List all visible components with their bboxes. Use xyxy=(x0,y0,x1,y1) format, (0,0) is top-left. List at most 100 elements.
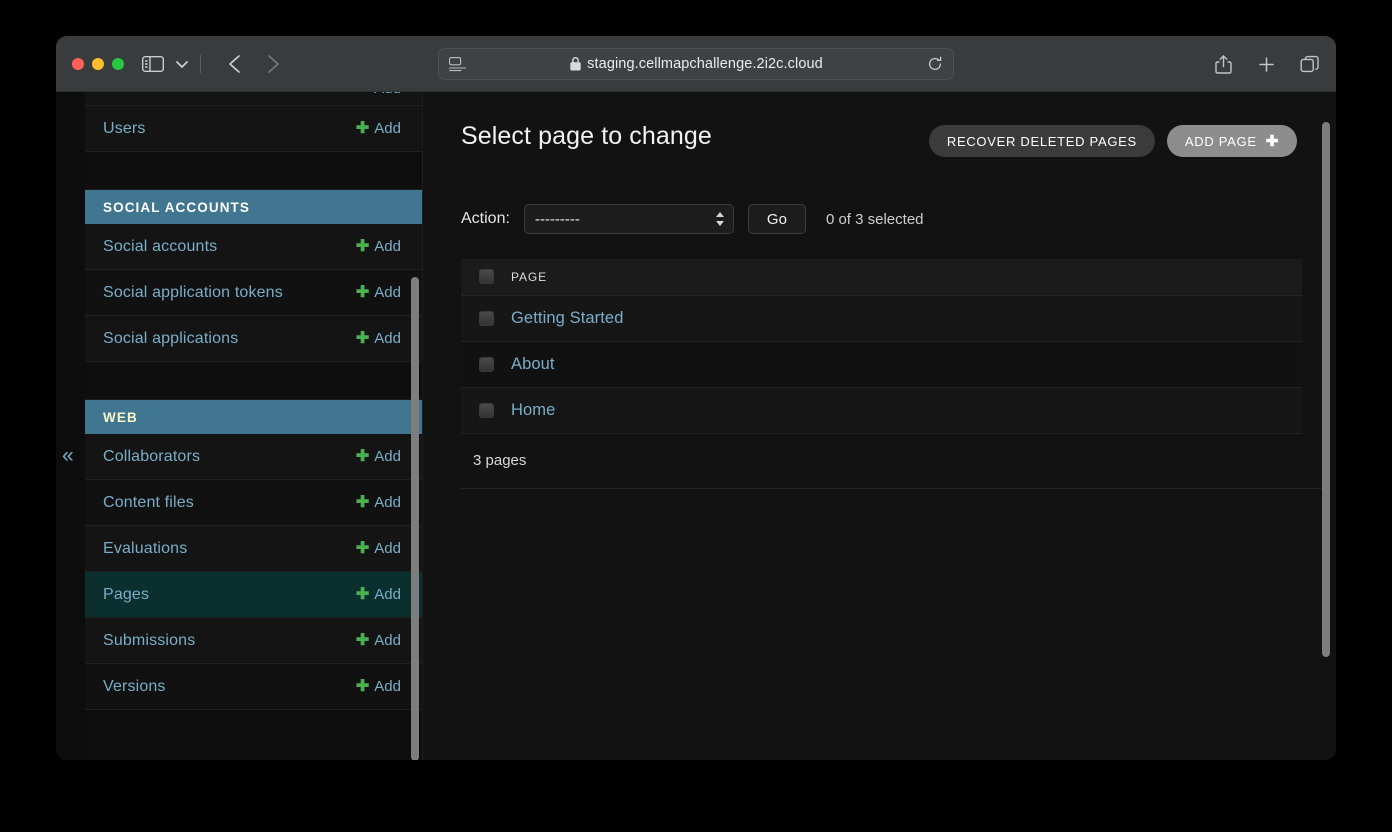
sidebar-item-label: Social applications xyxy=(103,329,239,347)
sidebar-add-link[interactable]: ✚ Add xyxy=(356,120,401,137)
content-header: Select page to change RECOVER DELETED PA… xyxy=(461,122,1300,157)
browser-window: staging.cellmapchallenge.2i2c.cloud « Us… xyxy=(56,36,1336,760)
page-scrollbar[interactable] xyxy=(1322,122,1330,657)
sidebar-item-versions[interactable]: Versions ✚ Add xyxy=(85,664,422,710)
sidebar-add-link[interactable]: ✚ Add xyxy=(356,284,401,301)
row-checkbox[interactable] xyxy=(479,310,494,326)
sidebar-scroll-area: + Add Users✚AddSOCIAL ACCOUNTSSocial acc… xyxy=(85,92,422,760)
sidebar-item-label: Evaluations xyxy=(103,539,188,557)
plus-icon: ✚ xyxy=(355,119,370,137)
action-label: Action: xyxy=(461,210,510,227)
reload-icon[interactable] xyxy=(927,56,943,72)
new-tab-plus-icon[interactable] xyxy=(1256,54,1277,75)
sidebar-add-label: Add xyxy=(374,120,401,137)
header-action-buttons: RECOVER DELETED PAGES ADD PAGE ✚ xyxy=(928,125,1297,157)
plus-icon: ✚ xyxy=(355,329,370,347)
sidebar-add-link[interactable]: ✚ Add xyxy=(356,540,401,557)
sidebar-add-link[interactable]: ✚ Add xyxy=(356,494,401,511)
recover-deleted-pages-button[interactable]: RECOVER DELETED PAGES xyxy=(928,125,1155,157)
results-table: PAGE Getting Started About Home xyxy=(461,259,1302,434)
sidebar-add-label: Add xyxy=(374,284,401,301)
page-link[interactable]: About xyxy=(511,355,555,373)
page-link[interactable]: Home xyxy=(511,401,555,419)
plus-icon: ✚ xyxy=(355,237,370,255)
sidebar-add-label: Add xyxy=(374,494,401,511)
sidebar-item-submissions[interactable]: Submissions ✚ Add xyxy=(85,618,422,664)
row-select-cell xyxy=(461,295,509,342)
table-row: About xyxy=(461,341,1302,388)
sidebar-item-label: Content files xyxy=(103,493,194,511)
plus-icon: ✚ xyxy=(1265,132,1279,150)
zoom-window-button[interactable] xyxy=(112,57,124,70)
sidebar-gap xyxy=(85,362,422,400)
share-icon[interactable] xyxy=(1213,54,1234,75)
page-title: Select page to change xyxy=(461,122,712,150)
sidebar-item-label: Pages xyxy=(103,585,150,603)
action-toolbar: Action: --------- Go 0 of 3 selected xyxy=(461,204,1300,234)
sidebar-section-social-accounts[interactable]: SOCIAL ACCOUNTS xyxy=(85,190,422,224)
sidebar-add-link[interactable]: ✚ Add xyxy=(356,330,401,347)
plus-icon: ✚ xyxy=(355,631,370,649)
sidebar-item-label: Social accounts xyxy=(103,237,218,255)
table-row: Getting Started xyxy=(461,295,1302,342)
sidebar-item-label: Submissions xyxy=(103,631,196,649)
plus-icon: ✚ xyxy=(355,447,370,465)
sidebar-item-social-application-tokens[interactable]: Social application tokens ✚ Add xyxy=(85,270,422,316)
page-name-cell: Home xyxy=(509,387,1302,434)
column-header-page[interactable]: PAGE xyxy=(509,259,1302,296)
sidebar-toggle-icon[interactable] xyxy=(142,50,164,78)
sidebar-add-label: Add xyxy=(374,632,401,649)
add-page-button[interactable]: ADD PAGE ✚ xyxy=(1166,125,1297,157)
tab-overview-icon[interactable] xyxy=(1299,54,1320,75)
sidebar-item-social-applications[interactable]: Social applications ✚ Add xyxy=(85,316,422,362)
reader-view-icon[interactable] xyxy=(449,56,466,72)
admin-sidebar: + Add Users✚AddSOCIAL ACCOUNTSSocial acc… xyxy=(85,92,423,760)
sidebar-item-users[interactable]: Users ✚ Add xyxy=(85,106,422,152)
lock-icon xyxy=(570,57,581,71)
sidebar-partial-row[interactable]: + Add xyxy=(85,92,422,106)
page-link[interactable]: Getting Started xyxy=(511,309,623,327)
action-select-wrapper: --------- xyxy=(523,204,734,234)
sidebar-add-link[interactable]: ✚ Add xyxy=(356,586,401,603)
chevron-down-icon[interactable] xyxy=(164,50,192,78)
back-arrow-icon[interactable] xyxy=(209,50,249,78)
sidebar-item-pages[interactable]: Pages ✚ Add xyxy=(85,572,422,618)
go-button[interactable]: Go xyxy=(747,204,806,234)
sidebar-partial-add[interactable]: + Add xyxy=(362,92,401,97)
sidebar-nav-list: Users ✚ Add SOCIAL ACCOUNTS Social accounts ✚… xyxy=(85,106,422,710)
sidebar-item-label: Versions xyxy=(103,677,166,695)
plus-icon: ✚ xyxy=(355,585,370,603)
minimize-window-button[interactable] xyxy=(92,57,104,70)
forward-arrow-icon[interactable] xyxy=(249,50,285,78)
main-content: Select page to change RECOVER DELETED PA… xyxy=(423,92,1336,760)
sidebar-add-link[interactable]: ✚ Add xyxy=(356,678,401,695)
sidebar-scrollbar[interactable] xyxy=(411,277,419,760)
page-name-cell: About xyxy=(509,341,1302,388)
sidebar-item-evaluations[interactable]: Evaluations ✚ Add xyxy=(85,526,422,572)
select-all-header xyxy=(461,259,509,296)
sidebar-section-web[interactable]: WEB xyxy=(85,400,422,434)
sidebar-add-link[interactable]: ✚ Add xyxy=(356,448,401,465)
address-bar-content: staging.cellmapchallenge.2i2c.cloud xyxy=(466,56,927,72)
row-select-cell xyxy=(461,387,509,434)
address-bar[interactable]: staging.cellmapchallenge.2i2c.cloud xyxy=(438,48,954,80)
plus-icon: ✚ xyxy=(355,539,370,557)
close-window-button[interactable] xyxy=(72,57,84,70)
sidebar-bottom-gap xyxy=(85,710,422,760)
plus-icon: ✚ xyxy=(355,283,370,301)
results-table-body: Getting Started About Home xyxy=(461,295,1302,434)
browser-titlebar: staging.cellmapchallenge.2i2c.cloud xyxy=(56,36,1336,92)
table-header-row: PAGE xyxy=(461,259,1302,296)
collapse-sidebar-chevron-icon[interactable]: « xyxy=(62,445,74,466)
selection-count: 0 of 3 selected xyxy=(825,210,924,228)
sidebar-item-collaborators[interactable]: Collaborators ✚ Add xyxy=(85,434,422,480)
sidebar-add-link[interactable]: ✚ Add xyxy=(356,238,401,255)
sidebar-item-social-accounts[interactable]: Social accounts ✚ Add xyxy=(85,224,422,270)
sidebar-add-link[interactable]: ✚ Add xyxy=(356,632,401,649)
sidebar-item-content-files[interactable]: Content files ✚ Add xyxy=(85,480,422,526)
row-checkbox[interactable] xyxy=(479,356,494,372)
action-select[interactable]: --------- xyxy=(523,204,734,234)
row-checkbox[interactable] xyxy=(479,402,494,418)
sidebar-item-label: Users xyxy=(103,119,146,137)
select-all-checkbox[interactable] xyxy=(479,269,494,285)
